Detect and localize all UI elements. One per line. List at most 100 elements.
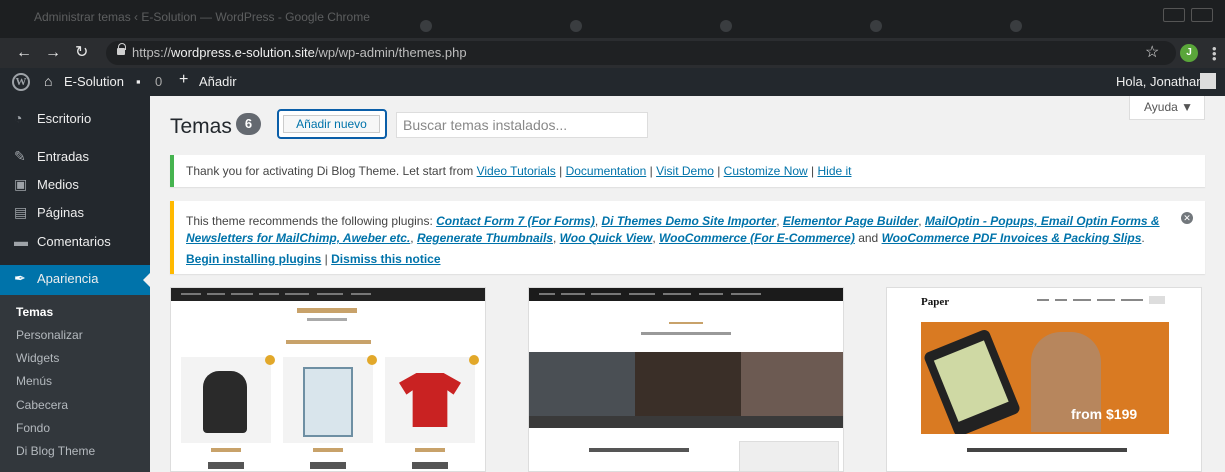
tab-favicon[interactable] xyxy=(720,20,732,32)
widget-box-graphic xyxy=(739,441,839,471)
theme-screenshot-nav xyxy=(529,288,843,301)
sidebar-item-appearance[interactable]: ✒ Apariencia xyxy=(0,265,150,295)
window-controls xyxy=(1163,8,1213,22)
plugin-link-regenerate[interactable]: Regenerate Thumbnails xyxy=(417,231,553,245)
user-greeting[interactable]: Hola, Jonathan xyxy=(1116,74,1203,89)
submenu-item-menus[interactable]: Menús xyxy=(16,374,52,388)
back-arrow-icon[interactable]: ← xyxy=(16,42,32,64)
wordpress-logo-icon[interactable]: W xyxy=(12,73,30,91)
add-new-menu[interactable]: Añadir xyxy=(199,74,237,89)
di-blog-logo-graphic xyxy=(669,314,703,324)
sidebar-item-label: Escritorio xyxy=(37,111,92,126)
browser-toolbar: ← → ↻ https://wordpress.e-solution.site/… xyxy=(0,38,1225,68)
profile-avatar[interactable]: J xyxy=(1180,44,1198,62)
comments-count[interactable]: 0 xyxy=(155,74,162,89)
browser-menu-icon[interactable]: • • • xyxy=(1212,42,1217,65)
maximize-button[interactable] xyxy=(1191,8,1213,22)
main-content: Ayuda ▼ Temas 6 Añadir nuevo Buscar tema… xyxy=(150,96,1225,472)
customize-now-link[interactable]: Customize Now xyxy=(724,164,808,178)
plugin-link-elementor[interactable]: Elementor Page Builder xyxy=(783,214,918,228)
plus-icon[interactable]: + xyxy=(179,71,188,89)
video-tutorials-link[interactable]: Video Tutorials xyxy=(477,164,556,178)
product-poster xyxy=(283,355,377,443)
submenu-item-di-blog-theme[interactable]: Di Blog Theme xyxy=(16,444,95,458)
forward-arrow-icon[interactable]: → xyxy=(45,42,61,64)
lock-icon xyxy=(117,43,126,55)
slider-caption-strip xyxy=(529,416,843,428)
wp-admin-bar: W ⌂ E-Solution ▪ 0 + Añadir Hola, Jonath… xyxy=(0,68,1225,96)
submenu-item-customize[interactable]: Personalizar xyxy=(16,328,83,342)
theme-card-di-blog[interactable] xyxy=(528,287,844,472)
paper-hero-banner: from $199 xyxy=(921,322,1169,434)
plugins-notice-actions: Begin installing plugins | Dismiss this … xyxy=(186,252,441,266)
sidebar-item-dashboard[interactable]: ◔ Escritorio xyxy=(0,105,150,135)
paper-cta-graphic xyxy=(967,448,1127,452)
add-to-cart-graphic xyxy=(208,462,244,469)
hide-it-link[interactable]: Hide it xyxy=(818,164,852,178)
theme-card-paper[interactable]: Paper from $199 xyxy=(886,287,1202,472)
submenu-item-themes[interactable]: Temas xyxy=(16,305,53,319)
theme-search-input[interactable]: Buscar temas instalados... xyxy=(396,112,648,138)
popular-products-heading-graphic xyxy=(286,340,371,344)
sidebar-item-label: Páginas xyxy=(37,205,84,220)
tab-favicon[interactable] xyxy=(870,20,882,32)
url-scheme: https:// xyxy=(132,45,172,60)
browser-tab-title[interactable]: Administrar temas ‹ E-Solution — WordPre… xyxy=(34,10,370,24)
plugin-link-woo-quick-view[interactable]: Woo Quick View xyxy=(560,231,653,245)
bookmark-star-icon[interactable]: ☆ xyxy=(1145,42,1159,62)
slider-photo xyxy=(635,352,741,416)
dismiss-notice-link[interactable]: Dismiss this notice xyxy=(331,252,440,266)
price-graphic xyxy=(211,448,241,452)
minimize-button[interactable] xyxy=(1163,8,1185,22)
theme-count-badge: 6 xyxy=(236,113,261,135)
sidebar-item-media[interactable]: ▣ Medios xyxy=(0,171,150,201)
address-bar[interactable]: https://wordpress.e-solution.site/wp/wp-… xyxy=(106,41,1176,65)
url-text[interactable]: https://wordpress.e-solution.site/wp/wp-… xyxy=(132,45,467,60)
plugin-link-mailoptin[interactable]: MailOptin - Popups, Email Optin Forms & xyxy=(925,214,1160,228)
shop-logo-graphic xyxy=(297,308,357,313)
plugin-link-pdf-invoices[interactable]: WooCommerce PDF Invoices & Packing Slips xyxy=(882,231,1142,245)
comments-icon[interactable]: ▪ xyxy=(136,74,141,89)
visit-demo-link[interactable]: Visit Demo xyxy=(656,164,714,178)
add-new-button[interactable]: Añadir nuevo xyxy=(283,115,380,133)
tab-favicon[interactable] xyxy=(1010,20,1022,32)
url-path: /wp/wp-admin/themes.php xyxy=(314,45,467,60)
plugins-notice: This theme recommends the following plug… xyxy=(170,201,1205,274)
di-blog-tagline-graphic xyxy=(641,332,731,335)
hero-price: from $199 xyxy=(1071,406,1138,422)
submenu-item-widgets[interactable]: Widgets xyxy=(16,351,59,365)
documentation-link[interactable]: Documentation xyxy=(566,164,647,178)
browser-title-bar: Administrar temas ‹ E-Solution — WordPre… xyxy=(0,0,1225,38)
dashboard-icon: ◔ xyxy=(14,110,23,126)
submenu-item-background[interactable]: Fondo xyxy=(16,421,50,435)
comments-icon: ▬ xyxy=(14,233,28,249)
sidebar-item-label: Comentarios xyxy=(37,234,111,249)
help-tab[interactable]: Ayuda ▼ xyxy=(1129,96,1205,120)
plugin-link-cf7[interactable]: Contact Form 7 (For Forms) xyxy=(436,214,595,228)
post-heading-graphic xyxy=(589,448,689,452)
add-to-cart-graphic xyxy=(310,462,346,469)
plugin-link-demo-importer[interactable]: Di Themes Demo Site Importer xyxy=(601,214,776,228)
sidebar-item-pages[interactable]: ▤ Páginas xyxy=(0,199,150,229)
theme-card-shop[interactable] xyxy=(170,287,486,472)
media-icon: ▣ xyxy=(14,176,28,192)
sidebar-item-comments[interactable]: ▬ Comentarios xyxy=(0,228,150,258)
tab-favicon[interactable] xyxy=(420,20,432,32)
plugin-link-mailoptin-cont[interactable]: Newsletters for MailChimp, Aweber etc. xyxy=(186,231,410,245)
page-title: Temas xyxy=(170,115,232,138)
plugin-link-woocommerce[interactable]: WooCommerce (For E-Commerce) xyxy=(659,231,855,245)
shop-tagline-graphic xyxy=(307,318,347,321)
sidebar-item-posts[interactable]: ✎ Entradas xyxy=(0,143,150,173)
brush-icon: ✒ xyxy=(14,270,26,286)
user-avatar[interactable] xyxy=(1200,73,1216,89)
submenu-item-header[interactable]: Cabecera xyxy=(16,398,68,412)
reload-icon[interactable]: ↻ xyxy=(75,42,88,64)
theme-screenshot-nav xyxy=(171,288,485,301)
site-name-link[interactable]: E-Solution xyxy=(64,74,124,89)
begin-installing-link[interactable]: Begin installing plugins xyxy=(186,252,321,266)
price-graphic xyxy=(415,448,445,452)
product-tshirt xyxy=(385,355,479,443)
home-icon[interactable]: ⌂ xyxy=(44,73,52,89)
close-icon[interactable]: ✕ xyxy=(1181,212,1193,224)
tab-favicon[interactable] xyxy=(570,20,582,32)
